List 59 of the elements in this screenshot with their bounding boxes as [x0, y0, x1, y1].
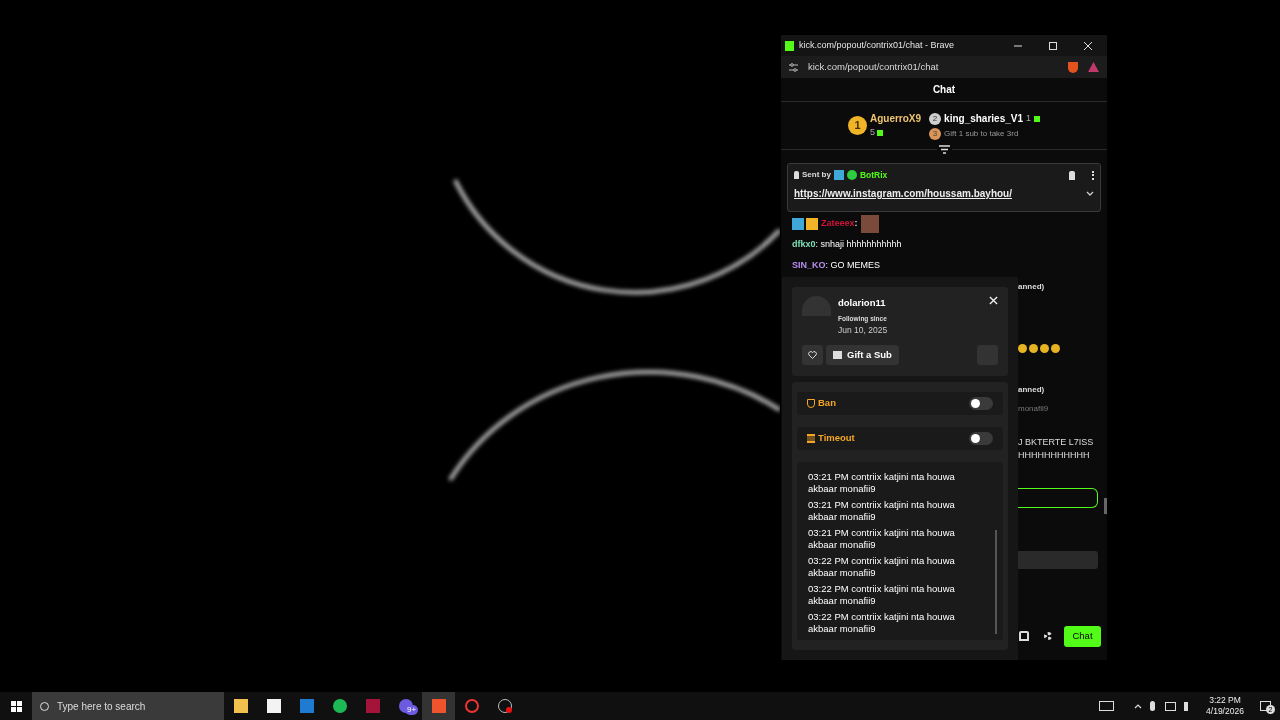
- chat-header: Chat: [932, 83, 956, 97]
- window-title: kick.com/popout/contrix01/chat - Brave: [799, 38, 956, 52]
- log-message: 03:22 PM contriix katjini nta houwa akbaar monafii9: [808, 555, 956, 578]
- log-message: 03:21 PM contriix katjini nta houwa akbaar monafii9: [808, 471, 956, 494]
- rank-badge: 3: [929, 128, 942, 140]
- username: dolarion11: [838, 296, 887, 310]
- clock-time[interactable]: 3:22 PM: [1209, 695, 1241, 706]
- search-placeholder: Type here to search: [57, 699, 146, 714]
- taskbar-app[interactable]: 9+: [389, 692, 422, 720]
- chat-message: dfkx0: snhaji hhhhhhhhhhh: [792, 238, 902, 252]
- microphone-icon[interactable]: [1150, 701, 1155, 711]
- triangle-icon[interactable]: [1088, 62, 1099, 72]
- chat-username[interactable]: Zateeex: [821, 217, 855, 231]
- badge: 9+: [405, 705, 419, 715]
- chat-message: SIN_KO: GO MEMES: [792, 259, 881, 273]
- gift-sub-button[interactable]: Gift a Sub: [826, 344, 899, 365]
- ring-app-icon: [464, 699, 479, 713]
- action-label: Ban: [818, 396, 837, 411]
- leaderboard-name: king_sharies_V1: [944, 112, 1023, 126]
- site-settings-icon[interactable]: [789, 62, 798, 72]
- chat-text-fragment: monafil9: [1018, 404, 1050, 414]
- colon-text: :: [854, 217, 858, 231]
- action-label: Timeout: [818, 431, 856, 446]
- close-button[interactable]: [989, 296, 998, 306]
- leaderboard-name: AguerroX9: [869, 112, 922, 127]
- chevron-down-icon[interactable]: [1086, 190, 1094, 196]
- following-date: Jun 10, 2025: [838, 324, 889, 337]
- shield-icon[interactable]: [1068, 61, 1078, 73]
- toggle-switch[interactable]: [969, 432, 993, 445]
- log-message: 03:21 PM contriix katjini nta houwa akbaar monafii9: [808, 527, 956, 550]
- maximize-icon: [1048, 40, 1058, 51]
- chat-text-fragment: J BKTERTE L7ISS: [1018, 437, 1095, 447]
- gift-count: 1: [1026, 111, 1032, 125]
- scrollbar-thumb: [1104, 498, 1107, 514]
- pinned-author: BotRix: [859, 169, 889, 182]
- rank-badge: 1: [847, 116, 867, 135]
- windows-logo-icon: [10, 700, 22, 712]
- search-field[interactable]: Type here to search: [32, 692, 224, 720]
- log-message: 03:22 PM contriix katjini nta houwa akbaar monafii9: [808, 583, 956, 606]
- sent-by-label: Sent by: [802, 169, 831, 182]
- hourglass-icon: [807, 434, 815, 443]
- log-message: 03:21 PM contriix katjini nta houwa akbaar monafii9: [808, 499, 956, 522]
- close-icon: [1083, 40, 1093, 51]
- chat-text-fragment: HHHHHHHHHHH: [1018, 450, 1091, 460]
- chat-text-fragment: anned): [1018, 282, 1046, 292]
- emote-image: [860, 215, 879, 233]
- log-message: 03:22 PM contriix katjini nta houwa akbaar monafii9: [808, 611, 956, 634]
- send-button[interactable]: Chat: [1064, 626, 1101, 647]
- pinned-link[interactable]: https://www.instagram.com/houssam.bayhou/: [794, 185, 1086, 201]
- chat-text-fragment: anned): [1018, 385, 1046, 395]
- rank-badge: 2: [929, 112, 942, 125]
- clock-date[interactable]: 4/19/2026: [1206, 706, 1244, 717]
- chevron-up-icon[interactable]: [1134, 703, 1142, 709]
- leaderboard-hint: Gift 1 sub to take 3rd: [944, 128, 1019, 140]
- follow-button[interactable]: [802, 344, 823, 365]
- heart-icon: [808, 350, 817, 359]
- gift-count: 5: [869, 126, 875, 140]
- toggle-switch[interactable]: [969, 397, 993, 410]
- verified-badge-icon: [846, 170, 857, 181]
